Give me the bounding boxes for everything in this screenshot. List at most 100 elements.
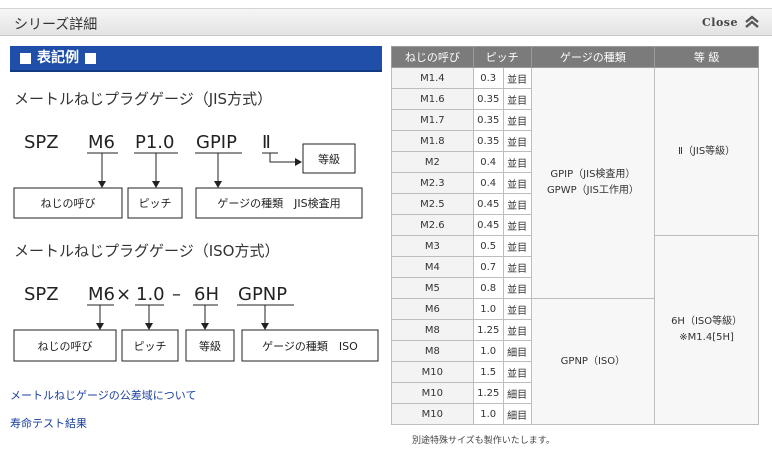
cell-size: M1.7 [391,109,474,131]
cell-pitch: 0.35 [472,109,504,131]
custom-size-note: 別途特殊サイズも製作いたします。 [412,436,555,446]
cell-size: M8 [391,340,474,362]
header-pitch: ピッチ [472,46,532,68]
jis-label-grade: 等級 [318,152,340,166]
cell-size: M2.3 [391,172,474,194]
cell-pitch: 0.8 [472,277,504,299]
cell-gauge-jis: GPIP（JIS検査用） GPWP（JIS工作用） [530,67,656,299]
gauge-jis-inspection: GPIP（JIS検査用） [550,169,636,180]
jis-code-prefix: SPZ [24,132,59,153]
cell-size: M1.6 [391,88,474,110]
square-icon [85,52,96,64]
table-header-row: ねじの呼び ピッチ ゲージの種類 等 級 [391,46,759,68]
jis-code-grade: Ⅱ [262,132,271,153]
iso-label-size: ねじの呼び [38,340,93,353]
cell-pitch: 0.7 [472,256,504,278]
cell-thread-type: 並目 [502,277,532,299]
cell-thread-type: 並目 [502,151,532,173]
close-button[interactable]: Close [702,15,760,29]
iso-code-prefix: SPZ [24,284,59,305]
jis-example-title: メートルねじプラグゲージ（JIS方式） [14,90,272,108]
cell-size: M10 [391,361,474,383]
header-grade: 等 級 [654,46,759,68]
iso-code-grade: 6H [194,284,219,305]
cell-gauge-iso: GPNP（ISO） [530,298,656,425]
cell-thread-type: 並目 [502,235,532,257]
cell-size: M10 [391,382,474,404]
header-thread-size: ねじの呼び [391,46,474,68]
iso-code-type: GPNP [238,284,287,305]
cell-pitch: 0.35 [472,130,504,152]
cell-size: M2 [391,151,474,173]
jis-arrows [101,153,296,182]
cell-pitch: 0.45 [472,193,504,215]
iso-label-pitch: ピッチ [134,340,167,353]
iso-code-dash: – [172,284,181,305]
cell-pitch: 1.25 [472,319,504,341]
close-label: Close [702,15,738,29]
gauge-jis-working: GPWP（JIS工作用） [546,185,639,196]
notation-example-bar: 表記例 [10,46,382,72]
iso-example-title: メートルねじプラグゲージ（ISO方式） [14,242,279,260]
jis-code-pitch: P1.0 [135,132,174,153]
cell-grade-jis: Ⅱ（JIS等級） [654,67,759,236]
double-chevron-up-icon [745,15,759,28]
cell-pitch: 0.3 [472,67,504,89]
iso-arrowheads [96,323,269,330]
grade-iso: 6H（ISO等級） [671,316,743,327]
cell-thread-type: 並目 [502,172,532,194]
jis-code-type: GPIP [196,132,237,153]
cell-pitch: 1.0 [472,403,504,425]
cell-pitch: 0.45 [472,214,504,236]
iso-code-size: M6 [88,284,115,305]
cell-thread-type: 並目 [502,67,532,89]
cell-size: M2.5 [391,193,474,215]
cell-thread-type: 並目 [502,130,532,152]
cell-size: M3 [391,235,474,257]
cell-thread-type: 並目 [502,256,532,278]
notation-diagram: メートルねじプラグゲージ（JIS方式） SPZ M6 P1.0 GPIP Ⅱ ね… [0,78,390,378]
cell-thread-type: 並目 [502,361,532,383]
cell-size: M10 [391,403,474,425]
cell-pitch: 1.0 [472,340,504,362]
cell-grade-iso: 6H（ISO等級） ※M1.4[5H] [654,235,759,425]
jis-code-size: M6 [88,132,115,153]
cell-thread-type: 並目 [502,214,532,236]
iso-code-times: × [116,284,131,305]
life-test-link[interactable]: 寿命テスト結果 [10,415,87,431]
cell-thread-type: 並目 [502,298,532,320]
cell-size: M5 [391,277,474,299]
cell-thread-type: 並目 [502,193,532,215]
cell-pitch: 1.5 [472,361,504,383]
cell-pitch: 1.0 [472,298,504,320]
cell-size: M2.6 [391,214,474,236]
table-row: M1.4 0.3 並目 GPIP（JIS検査用） GPWP（JIS工作用） Ⅱ（… [391,67,759,299]
iso-label-grade: 等級 [199,339,221,353]
cell-pitch: 0.4 [472,172,504,194]
cell-thread-type: 細目 [502,403,532,425]
jis-label-type: ゲージの種類 JIS検査用 [217,196,340,210]
cell-thread-type: 並目 [502,109,532,131]
cell-size: M8 [391,319,474,341]
cell-pitch: 1.25 [472,382,504,404]
square-icon [20,52,31,64]
notation-example-title: 表記例 [37,50,79,66]
cell-size: M4 [391,256,474,278]
jis-label-pitch: ピッチ [139,197,172,210]
tolerance-zone-link[interactable]: メートルねじゲージの公差域について [10,387,196,403]
jis-label-size: ねじの呼び [41,197,96,210]
cell-thread-type: 並目 [502,319,532,341]
cell-size: M6 [391,298,474,320]
cell-pitch: 0.4 [472,151,504,173]
header-gauge-type: ゲージの種類 [530,46,656,68]
cell-pitch: 0.5 [472,235,504,257]
cell-size: M1.4 [391,67,474,89]
grade-iso-exception: ※M1.4[5H] [679,332,734,343]
iso-arrows [99,305,266,324]
notation-diagram-svg: メートルねじプラグゲージ（JIS方式） SPZ M6 P1.0 GPIP Ⅱ ね… [13,90,379,362]
section-title: シリーズ詳細 [14,17,98,33]
spec-table: ねじの呼び ピッチ ゲージの種類 等 級 M1.4 0.3 並目 GPIP（JI… [391,46,759,425]
cell-pitch: 0.35 [472,88,504,110]
cell-thread-type: 並目 [502,88,532,110]
cell-thread-type: 細目 [502,382,532,404]
